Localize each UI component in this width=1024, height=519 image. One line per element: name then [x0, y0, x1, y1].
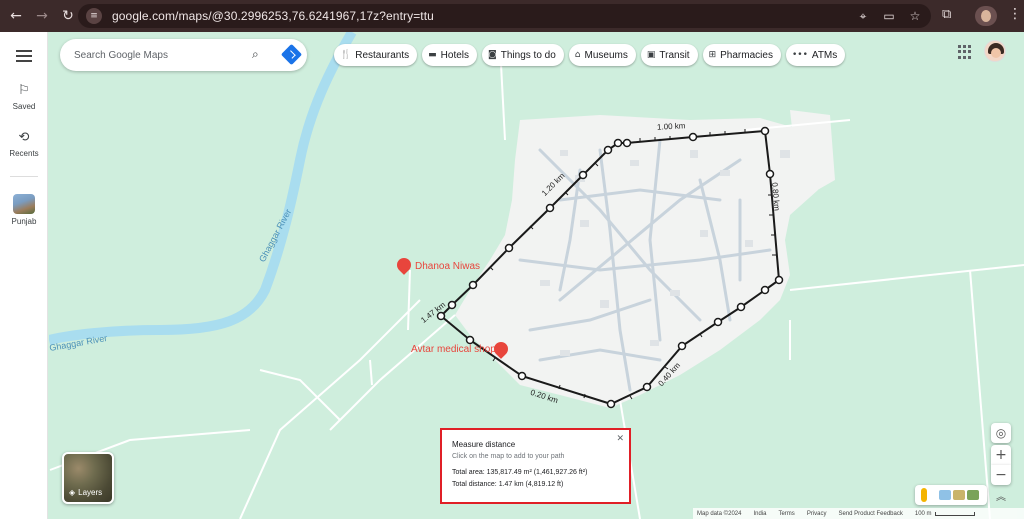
scale-bar[interactable]: 100 m	[915, 511, 975, 517]
layers-label: Layers	[78, 488, 103, 497]
category-chips: 🍴 Restaurants ▬ Hotels ◙ Things to do ⌂ Muse…	[334, 44, 846, 66]
place-thumbnail	[13, 194, 35, 214]
measure-title: Measure distance	[452, 440, 516, 449]
street-view-strip[interactable]	[915, 485, 987, 505]
rail-item-label: Punjab	[11, 217, 37, 226]
feedback-link[interactable]: Send Product Feedback	[838, 511, 902, 517]
chip-hotels[interactable]: ▬ Hotels	[422, 44, 478, 66]
place-name[interactable]: Avtar medical shop	[411, 344, 496, 355]
search-input[interactable]	[74, 49, 244, 61]
chip-label: Restaurants	[355, 49, 410, 61]
chip-label: ATMs	[811, 49, 838, 61]
town-area	[455, 115, 820, 408]
browser-toolbar: ← → ↻ ≡ google.com/maps/@30.2996253,76.6…	[0, 0, 1024, 32]
chip-atms[interactable]: ••• ATMs	[785, 44, 846, 66]
restaurant-icon: 🍴	[340, 50, 352, 60]
measure-distance-panel: Measure distance Click on the map to add…	[440, 428, 631, 504]
river-path	[49, 32, 357, 345]
address-url[interactable]: google.com/maps/@30.2996253,76.6241967,1…	[112, 9, 434, 23]
measure-hint: Click on the map to add to your path	[452, 453, 565, 460]
history-icon: ⟲	[18, 130, 30, 145]
search-icon[interactable]: ⌕	[252, 47, 268, 63]
back-icon[interactable]: ←	[6, 6, 26, 26]
rail-divider	[10, 176, 38, 177]
segment-label: 1.00 km	[656, 121, 686, 132]
layers-button[interactable]: ◈ Layers	[62, 452, 114, 504]
chip-pharmacies[interactable]: ⊞ Pharmacies	[702, 44, 781, 66]
close-icon[interactable]: ✕	[616, 434, 624, 444]
browser-profile-avatar[interactable]	[975, 6, 997, 26]
reload-icon[interactable]: ↻	[58, 6, 78, 26]
layers-icon: ◈	[69, 488, 76, 497]
measure-total-distance: Total distance: 1.47 km (4,819.12 ft)	[452, 481, 564, 488]
forward-icon[interactable]: →	[32, 6, 52, 26]
more-icon: •••	[791, 50, 808, 60]
menu-icon[interactable]	[16, 50, 32, 62]
region-link[interactable]: India	[753, 511, 766, 517]
cast-icon[interactable]: ▭	[881, 8, 897, 24]
pegman-icon[interactable]	[921, 488, 927, 502]
chip-transit[interactable]: ▣ Transit	[640, 44, 698, 66]
rail-item-label: Recents	[9, 149, 39, 158]
chip-label: Pharmacies	[720, 49, 773, 61]
chip-things-to-do[interactable]: ◙ Things to do	[482, 44, 564, 66]
account-avatar[interactable]	[984, 40, 1006, 62]
imagery-thumb[interactable]	[967, 490, 979, 500]
location-icon[interactable]: ⌖	[855, 8, 871, 24]
pharmacy-icon: ⊞	[708, 50, 717, 60]
zoom-out-button[interactable]: −	[991, 465, 1011, 485]
extensions-icon[interactable]: ⧉	[942, 7, 960, 25]
map-attribution: Map data ©2024 India Terms Privacy Send …	[693, 508, 1024, 519]
measure-total-area: Total area: 135,817.49 m² (1,461,927.26 …	[452, 469, 588, 476]
bookmark-star-icon[interactable]: ☆	[907, 8, 923, 24]
transit-icon: ▣	[646, 50, 656, 60]
rail-item-punjab[interactable]: Punjab	[0, 194, 48, 226]
privacy-link[interactable]: Privacy	[807, 511, 827, 517]
browser-menu-icon[interactable]: ⋮	[1008, 6, 1022, 22]
rail-item-saved[interactable]: ⚐ Saved	[0, 83, 48, 111]
my-location-button[interactable]: ◎	[991, 423, 1011, 443]
camera-icon: ◙	[488, 50, 497, 60]
expand-icon[interactable]: ︽	[996, 488, 1006, 503]
apps-grid-icon[interactable]	[958, 45, 972, 59]
map-data-text: Map data ©2024	[697, 510, 742, 517]
imagery-thumb[interactable]	[939, 490, 951, 500]
scale-label: 100 m	[914, 510, 932, 517]
bookmark-icon: ⚐	[18, 83, 30, 98]
address-bar[interactable]: ≡ google.com/maps/@30.2996253,76.6241967…	[78, 4, 931, 28]
rail-item-recents[interactable]: ⟲ Recents	[0, 130, 48, 158]
imagery-thumb[interactable]	[953, 490, 965, 500]
directions-icon[interactable]	[280, 43, 303, 66]
rail-item-label: Saved	[12, 102, 36, 111]
chip-restaurants[interactable]: 🍴 Restaurants	[334, 44, 418, 66]
chip-label: Museums	[584, 49, 628, 61]
left-rail: ⚐ Saved ⟲ Recents Punjab	[0, 32, 48, 519]
chip-label: Hotels	[440, 49, 470, 61]
terms-link[interactable]: Terms	[778, 511, 794, 517]
zoom-in-button[interactable]: +	[991, 445, 1011, 465]
chip-museums[interactable]: ⌂ Museums	[568, 44, 636, 66]
search-box[interactable]: ⌕	[60, 39, 307, 71]
site-info-icon[interactable]: ≡	[86, 8, 102, 24]
hotel-icon: ▬	[428, 50, 437, 60]
place-name[interactable]: Dhanoa Niwas	[415, 261, 480, 272]
museum-icon: ⌂	[574, 50, 581, 60]
chip-label: Things to do	[500, 49, 556, 61]
chip-label: Transit	[659, 49, 690, 61]
